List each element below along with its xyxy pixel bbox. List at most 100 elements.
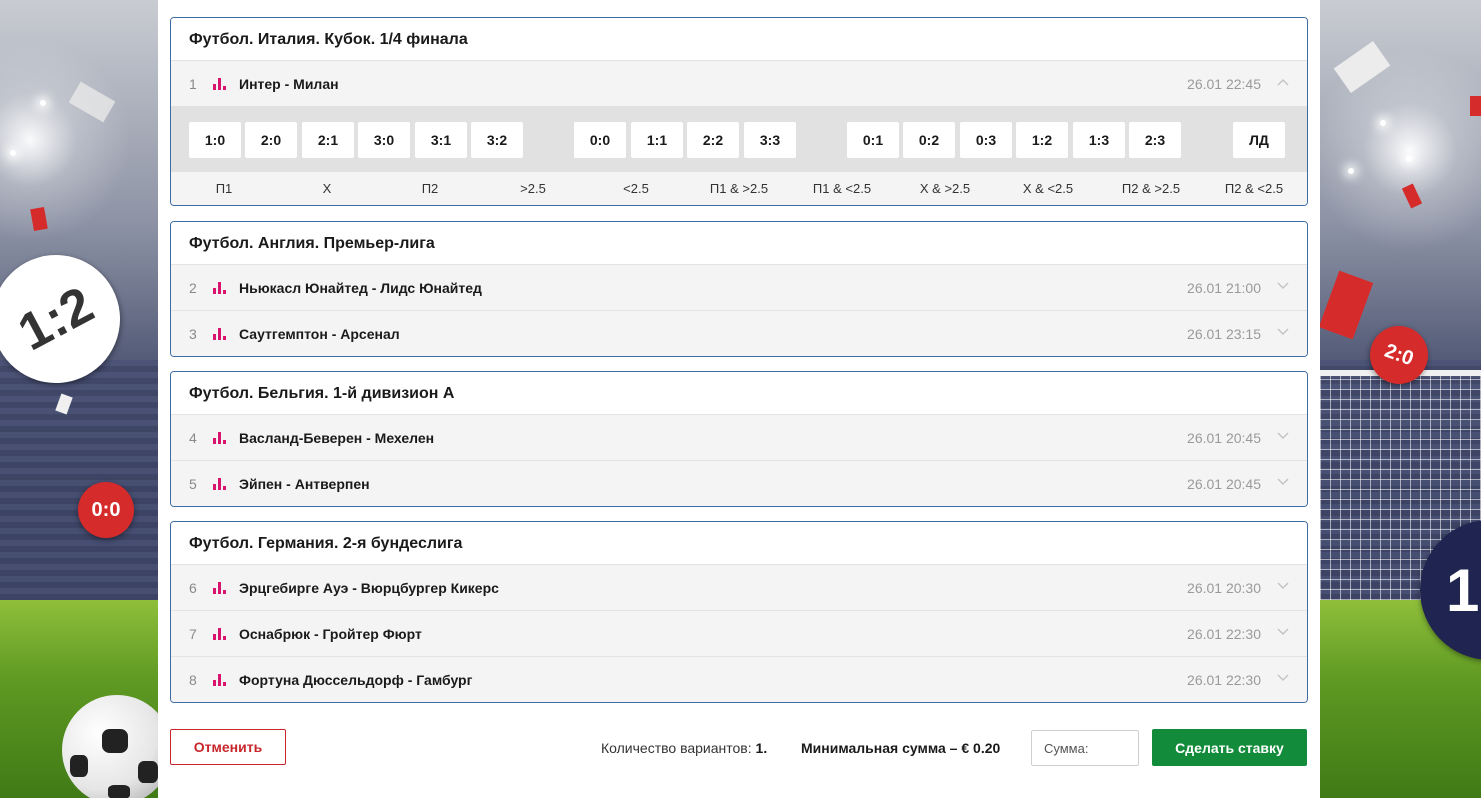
odd-button[interactable]: ЛД bbox=[1233, 122, 1285, 158]
left-decoration: 1:2 0:0 bbox=[0, 0, 158, 798]
chevron-down-icon[interactable] bbox=[1277, 282, 1289, 294]
odd-button[interactable]: 3:0 bbox=[358, 122, 410, 158]
outcome-label: X & <2.5 bbox=[1022, 181, 1074, 196]
odd-button[interactable]: 1:2 bbox=[1016, 122, 1068, 158]
outcome-label: X & >2.5 bbox=[919, 181, 971, 196]
floodlight bbox=[1406, 156, 1412, 162]
outcome-label: П1 bbox=[215, 181, 233, 196]
score-badge: 0:0 bbox=[78, 482, 134, 538]
outcome-label: П2 & <2.5 bbox=[1224, 181, 1284, 196]
floodlight bbox=[1380, 120, 1386, 126]
odd-button[interactable]: 2:3 bbox=[1129, 122, 1181, 158]
match-number: 5 bbox=[189, 475, 197, 492]
outcome-label: П2 bbox=[421, 181, 439, 196]
group-title: Футбол. Бельгия. 1-й дивизион А bbox=[171, 372, 1307, 414]
statistics-icon[interactable] bbox=[213, 627, 227, 640]
match-number: 6 bbox=[189, 579, 197, 596]
statistics-icon[interactable] bbox=[213, 673, 227, 686]
chevron-down-icon[interactable] bbox=[1277, 432, 1289, 444]
odd-button[interactable]: 0:0 bbox=[574, 122, 626, 158]
match-time: 26.01 20:30 bbox=[1187, 579, 1261, 596]
match-name: Эрцгебирге Ауэ - Вюрцбургер Кикерс bbox=[239, 579, 499, 596]
chevron-down-icon[interactable] bbox=[1277, 628, 1289, 640]
match-time: 26.01 20:45 bbox=[1187, 429, 1261, 446]
match-time: 26.01 21:00 bbox=[1187, 279, 1261, 296]
score-text: 1:2 bbox=[9, 275, 103, 363]
match-row[interactable]: 5 Эйпен - Антверпен 26.01 20:45 bbox=[171, 460, 1307, 506]
match-row[interactable]: 8 Фортуна Дюссельдорф - Гамбург 26.01 22… bbox=[171, 656, 1307, 702]
variants-count: 1. bbox=[755, 740, 768, 756]
min-sum-text: Минимальная сумма – € 0.20 bbox=[801, 740, 1001, 756]
group-title: Футбол. Италия. Кубок. 1/4 финала bbox=[171, 18, 1307, 60]
match-name: Эйпен - Антверпен bbox=[239, 475, 370, 492]
odds-row: 1:0 2:0 2:1 3:0 3:1 3:2 0:0 1:1 2:2 3:3 … bbox=[171, 106, 1307, 172]
odd-button[interactable]: 1:0 bbox=[189, 122, 241, 158]
match-row[interactable]: 4 Васланд-Беверен - Мехелен 26.01 20:45 bbox=[171, 414, 1307, 460]
match-group: Футбол. Англия. Премьер-лига 2 Ньюкасл Ю… bbox=[170, 221, 1308, 357]
confetti bbox=[1470, 96, 1481, 116]
score-text: 1 bbox=[1446, 556, 1480, 624]
match-name: Ньюкасл Юнайтед - Лидс Юнайтед bbox=[239, 279, 482, 296]
outcome-label: П1 & >2.5 bbox=[709, 181, 769, 196]
match-number: 7 bbox=[189, 625, 197, 642]
floodlight bbox=[10, 150, 16, 156]
floodlight bbox=[1348, 168, 1354, 174]
match-name: Интер - Милан bbox=[239, 75, 339, 92]
chevron-down-icon[interactable] bbox=[1277, 328, 1289, 340]
match-number: 2 bbox=[189, 279, 197, 296]
match-row[interactable]: 6 Эрцгебирге Ауэ - Вюрцбургер Кикерс 26.… bbox=[171, 564, 1307, 610]
odd-button[interactable]: 0:2 bbox=[903, 122, 955, 158]
odd-button[interactable]: 2:1 bbox=[302, 122, 354, 158]
match-row[interactable]: 2 Ньюкасл Юнайтед - Лидс Юнайтед 26.01 2… bbox=[171, 264, 1307, 310]
cancel-button[interactable]: Отменить bbox=[170, 729, 286, 765]
group-title: Футбол. Германия. 2-я бундеслига bbox=[171, 522, 1307, 564]
match-row[interactable]: 1 Интер - Милан 26.01 22:45 bbox=[171, 60, 1307, 106]
odd-button[interactable]: 3:2 bbox=[471, 122, 523, 158]
outcome-label: П1 & <2.5 bbox=[812, 181, 872, 196]
variants-label: Количество вариантов: bbox=[601, 740, 756, 756]
chevron-up-icon[interactable] bbox=[1277, 78, 1289, 90]
stadium-stand bbox=[0, 360, 158, 600]
match-time: 26.01 23:15 bbox=[1187, 325, 1261, 342]
match-group: Футбол. Италия. Кубок. 1/4 финала 1 Инте… bbox=[170, 17, 1308, 206]
variants-count-text: Количество вариантов: 1. bbox=[601, 740, 767, 756]
match-name: Фортуна Дюссельдорф - Гамбург bbox=[239, 671, 473, 688]
outcome-label: <2.5 bbox=[623, 181, 649, 196]
statistics-icon[interactable] bbox=[213, 477, 227, 490]
odd-button[interactable]: 3:1 bbox=[415, 122, 467, 158]
odd-button[interactable]: 1:1 bbox=[631, 122, 683, 158]
statistics-icon[interactable] bbox=[213, 77, 227, 90]
score-text: 2:0 bbox=[1381, 339, 1417, 370]
match-name: Саутгемптон - Арсенал bbox=[239, 325, 400, 342]
chevron-down-icon[interactable] bbox=[1277, 582, 1289, 594]
outcome-label: X bbox=[322, 181, 332, 196]
chevron-down-icon[interactable] bbox=[1277, 478, 1289, 490]
match-time: 26.01 22:30 bbox=[1187, 625, 1261, 642]
match-row[interactable]: 3 Саутгемптон - Арсенал 26.01 23:15 bbox=[171, 310, 1307, 356]
odd-button[interactable]: 1:3 bbox=[1073, 122, 1125, 158]
match-group: Футбол. Бельгия. 1-й дивизион А 4 Васлан… bbox=[170, 371, 1308, 507]
outcome-label: П2 & >2.5 bbox=[1121, 181, 1181, 196]
place-bet-button[interactable]: Сделать ставку bbox=[1152, 729, 1307, 766]
outcome-labels: П1 X П2 >2.5 <2.5 П1 & >2.5 П1 & <2.5 X … bbox=[171, 172, 1307, 205]
match-time: 26.01 22:30 bbox=[1187, 671, 1261, 688]
odd-button[interactable]: 3:3 bbox=[744, 122, 796, 158]
statistics-icon[interactable] bbox=[213, 431, 227, 444]
match-number: 3 bbox=[189, 325, 197, 342]
outcome-label: >2.5 bbox=[520, 181, 546, 196]
statistics-icon[interactable] bbox=[213, 581, 227, 594]
odd-button[interactable]: 0:3 bbox=[960, 122, 1012, 158]
sum-input[interactable] bbox=[1031, 730, 1139, 766]
floodlight bbox=[40, 100, 46, 106]
match-group: Футбол. Германия. 2-я бундеслига 6 Эрцге… bbox=[170, 521, 1308, 703]
odd-button[interactable]: 2:0 bbox=[245, 122, 297, 158]
statistics-icon[interactable] bbox=[213, 281, 227, 294]
odd-button[interactable]: 2:2 bbox=[687, 122, 739, 158]
match-name: Оснабрюк - Гройтер Фюрт bbox=[239, 625, 422, 642]
group-title: Футбол. Англия. Премьер-лига bbox=[171, 222, 1307, 264]
match-row[interactable]: 7 Оснабрюк - Гройтер Фюрт 26.01 22:30 bbox=[171, 610, 1307, 656]
bet-panel: Футбол. Италия. Кубок. 1/4 финала 1 Инте… bbox=[158, 0, 1320, 798]
chevron-down-icon[interactable] bbox=[1277, 674, 1289, 686]
odd-button[interactable]: 0:1 bbox=[847, 122, 899, 158]
statistics-icon[interactable] bbox=[213, 327, 227, 340]
